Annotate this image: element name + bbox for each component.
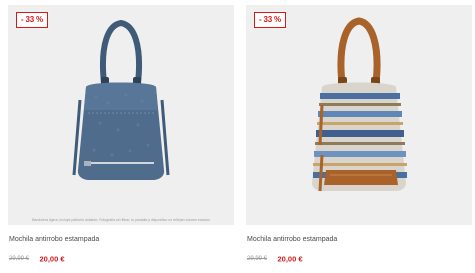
price-row: 29,99 € 20,00 € [9,250,65,268]
product-title[interactable]: Mochila antirrobo estampada [247,235,337,244]
sale-price: 20,00 € [277,254,303,264]
discount-badge: - 33 % [254,12,286,28]
price-row: 29,99 € 20,00 € [247,250,303,268]
product-card-1[interactable]: - 33 % Bandolera ligera, incluye pañuelo… [8,0,234,273]
denim-backpack-image [72,19,170,180]
product-image-2[interactable]: - 33 % [246,5,472,225]
product-title[interactable]: Mochila antirrobo estampada [9,235,99,244]
woven-backpack-image [312,17,407,192]
sale-price: 20,00 € [39,254,65,264]
image-disclaimer: Bandolera ligera, incluye pañuelo doblad… [32,218,210,222]
product-card-2[interactable]: - 33 % Mochila antirrobo estampada 29,99… [246,0,472,273]
original-price: 29,99 € [9,255,30,262]
product-image-1[interactable]: - 33 % Bandolera ligera, incluye pañuelo… [8,5,234,225]
original-price: 29,99 € [247,255,268,262]
discount-badge: - 33 % [16,12,48,28]
